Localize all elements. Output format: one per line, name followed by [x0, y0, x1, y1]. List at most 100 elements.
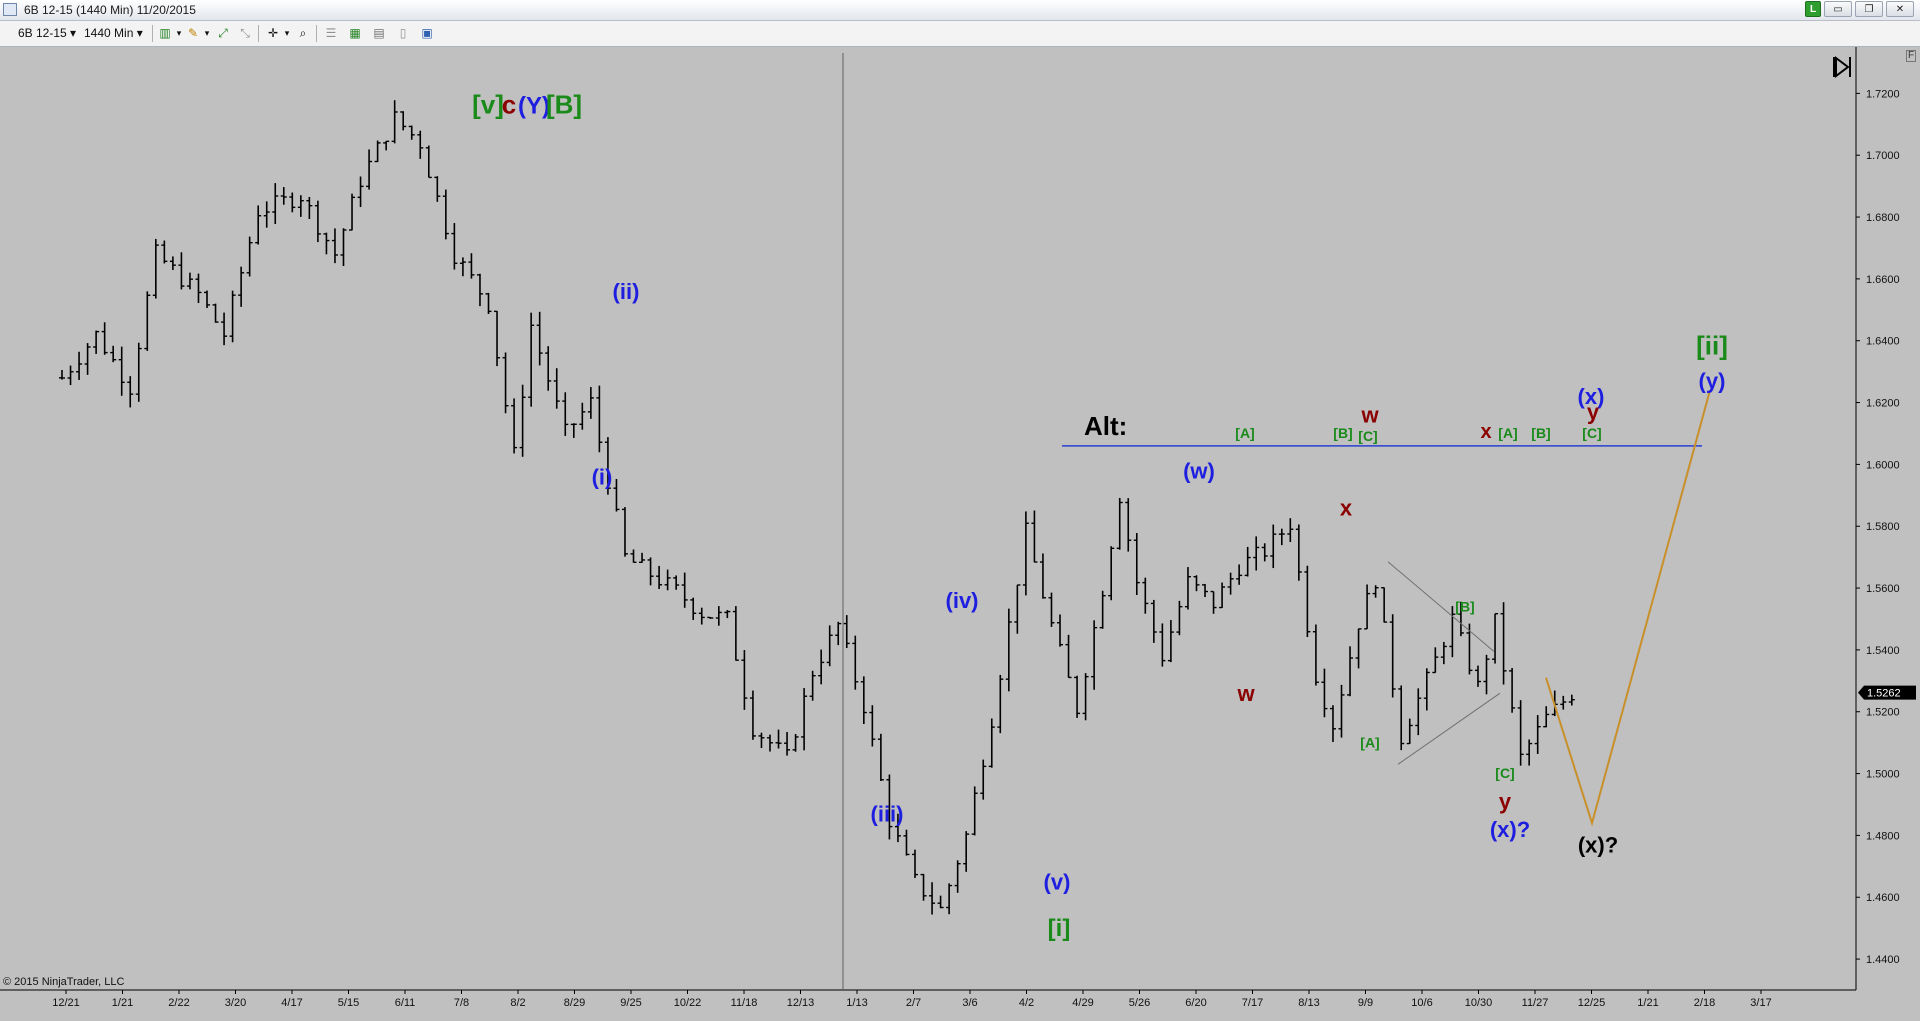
x-tick-label: 2/7	[906, 997, 921, 1009]
x-tick-label: 2/22	[168, 997, 189, 1009]
y-tick-label: 1.6600	[1866, 274, 1900, 286]
x-tick-label: 7/8	[454, 997, 469, 1009]
x-tick-label: 11/27	[1522, 997, 1549, 1009]
alt-wave-label: [C]	[1582, 425, 1601, 441]
last-price-value: 1.5262	[1867, 688, 1901, 700]
x-tick-label: 2/18	[1694, 997, 1715, 1009]
alt-wave-label: [B]	[1333, 425, 1352, 441]
wave-label: (ii)	[613, 279, 640, 304]
x-tick-label: 1/21	[1637, 997, 1658, 1009]
y-tick-label: 1.4400	[1866, 954, 1900, 966]
x-tick-label: 1/21	[112, 997, 133, 1009]
pointer-icon[interactable]: ⤡	[236, 25, 254, 42]
toolbar-divider	[258, 25, 259, 42]
y-tick-label: 1.5400	[1866, 645, 1900, 657]
wave-label: [B]	[1455, 598, 1474, 614]
x-tick-label: 3/20	[225, 997, 246, 1009]
last-price-marker: 1.5262	[1858, 685, 1916, 700]
interval-label: 1440 Min	[84, 26, 134, 40]
x-tick-label: 9/25	[620, 997, 641, 1009]
x-tick-label: 8/29	[564, 997, 585, 1009]
alt-wave-label: [B]	[1531, 425, 1550, 441]
x-tick-label: 5/26	[1129, 997, 1150, 1009]
drawing-tool-icon[interactable]: ⤢	[214, 25, 232, 42]
x-tick-label: 4/2	[1019, 997, 1034, 1009]
toolbar-divider	[152, 25, 153, 42]
strategies-icon[interactable]: ▤	[370, 25, 388, 42]
x-tick-label: 10/6	[1411, 997, 1432, 1009]
x-tick-label: 6/20	[1185, 997, 1206, 1009]
zoom-icon[interactable]: ⌕	[294, 25, 312, 42]
wave-label: [B]	[546, 89, 582, 119]
instrument-selector[interactable]: 6B 12-15 ▾	[14, 25, 80, 42]
panel-flag: F	[1906, 50, 1917, 62]
alt-wave-label: [C]	[1358, 428, 1377, 444]
y-tick-label: 1.6400	[1866, 336, 1900, 348]
x-tick-label: 4/17	[281, 997, 302, 1009]
app-icon	[3, 3, 17, 16]
minimize-button[interactable]: ▭	[1824, 1, 1852, 17]
chart-toolbar: 6B 12-15 ▾ 1440 Min ▾ ▥ ▾ ✎ ▾ ⤢ ⤡ ✛ ▾ ⌕ …	[0, 21, 1920, 47]
y-tick-label: 1.5800	[1866, 521, 1900, 533]
alt-wave-label: w	[1360, 403, 1379, 428]
close-button[interactable]: ✕	[1886, 1, 1914, 17]
wave-label: [C]	[1495, 765, 1514, 781]
window-title: 6B 12-15 (1440 Min) 11/20/2015	[24, 3, 196, 17]
alt-wave-label: Alt:	[1084, 411, 1127, 441]
x-tick-label: 6/11	[395, 997, 416, 1009]
interval-selector[interactable]: 1440 Min ▾	[80, 25, 147, 42]
x-tick-label: 12/21	[52, 997, 80, 1009]
x-tick-label: 10/30	[1465, 997, 1493, 1009]
properties-icon[interactable]: ☰	[322, 25, 340, 42]
chart-panel[interactable]: 1.7200 1.7000 1.6800 1.6600 1.6400 1.6200 1.60…	[0, 47, 1920, 1016]
wave-label: (iv)	[946, 588, 979, 613]
x-tick-label: 8/13	[1298, 997, 1319, 1009]
window-titlebar: 6B 12-15 (1440 Min) 11/20/2015 L ▭ ❐ ✕	[0, 0, 1920, 21]
price-chart[interactable]: 1.7200 1.7000 1.6800 1.6600 1.6400 1.6200 1.60…	[0, 47, 1920, 1016]
wave-label: (x)?	[1578, 832, 1618, 857]
alt-wave-label: [A]	[1235, 425, 1254, 441]
wave-label: (x)?	[1490, 817, 1530, 842]
x-tick-label: 11/18	[731, 997, 758, 1009]
wave-label: c	[502, 89, 516, 119]
x-tick-label: 3/6	[962, 997, 977, 1009]
y-tick-label: 1.5600	[1866, 583, 1900, 595]
y-tick-label: 1.7200	[1866, 88, 1900, 100]
wave-label: [v]	[472, 89, 504, 119]
alt-wave-label: [A]	[1498, 425, 1517, 441]
x-tick-label: 5/15	[338, 997, 359, 1009]
y-tick-label: 1.7000	[1866, 150, 1900, 162]
chevron-down-icon: ▾	[136, 26, 143, 40]
copyright-text: © 2015 NinjaTrader, LLC	[3, 976, 125, 988]
x-tick-label: 8/2	[510, 997, 525, 1009]
y-tick-label: 1.6800	[1866, 212, 1900, 224]
y-tick-label: 1.4800	[1866, 830, 1900, 842]
window-controls: L ▭ ❐ ✕	[1805, 1, 1914, 17]
x-tick-label: 7/17	[1242, 997, 1263, 1009]
alt-wave-label: y	[1587, 400, 1600, 425]
wave-label: (i)	[592, 464, 613, 489]
data-box-icon[interactable]: ▯	[394, 25, 412, 42]
wave-label: (v)	[1044, 870, 1071, 895]
x-tick-label: 12/25	[1578, 997, 1606, 1009]
x-tick-label: 12/13	[787, 997, 815, 1009]
y-tick-label: 1.6200	[1866, 398, 1900, 410]
wave-label: [A]	[1360, 734, 1379, 750]
x-tick-label: 9/9	[1358, 997, 1373, 1009]
link-button[interactable]: L	[1805, 1, 1821, 17]
x-tick-label: 1/13	[846, 997, 867, 1009]
indicators-icon[interactable]: ▦	[346, 25, 364, 42]
instrument-label: 6B 12-15	[18, 26, 67, 40]
wave-label: w	[1236, 681, 1255, 706]
restore-button[interactable]: ❐	[1855, 1, 1883, 17]
y-tick-label: 1.5200	[1866, 707, 1900, 719]
y-tick-label: 1.4600	[1866, 892, 1900, 904]
wave-label: (y)	[1699, 369, 1726, 394]
wave-label: x	[1340, 495, 1353, 520]
alt-wave-label: x	[1480, 421, 1491, 443]
chart-background	[0, 47, 1920, 1016]
y-tick-label: 1.5000	[1866, 769, 1900, 781]
x-tick-label: 10/22	[674, 997, 702, 1009]
window-icon[interactable]: ▣	[418, 25, 436, 42]
wave-label: [ii]	[1696, 331, 1728, 361]
